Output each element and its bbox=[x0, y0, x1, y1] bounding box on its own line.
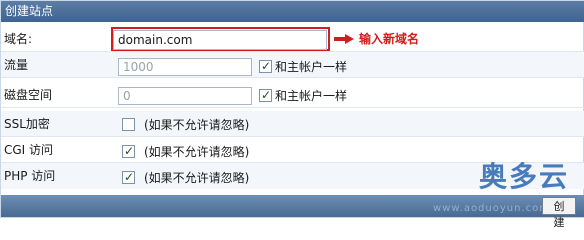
checkmark-icon: ✓ bbox=[261, 59, 272, 73]
watermark-url: www.aoduoyun.com bbox=[433, 203, 550, 214]
panel-title: 创建站点 bbox=[1, 1, 584, 22]
disk-same-label: 和主帐户一样 bbox=[275, 89, 348, 103]
cgi-label: CGI 访问 bbox=[4, 143, 54, 157]
checkmark-icon: ✓ bbox=[124, 170, 135, 184]
arrow-right-icon bbox=[334, 34, 354, 44]
create-site-panel: 创建站点 域名: 输入新域名 流量 ✓ 和主帐户一样 磁盘空间 ✓ 和主帐户一样… bbox=[0, 0, 584, 229]
domain-input[interactable] bbox=[113, 30, 327, 50]
ssl-row: SSL加密 bbox=[1, 111, 584, 137]
row-divider bbox=[1, 107, 584, 108]
cgi-checkbox[interactable]: ✓ bbox=[122, 144, 135, 158]
checkmark-icon: ✓ bbox=[124, 144, 135, 158]
disk-label: 磁盘空间 bbox=[4, 88, 53, 102]
watermark-logo: 奥多云 bbox=[478, 160, 569, 193]
disk-same-checkbox[interactable]: ✓ bbox=[259, 88, 272, 102]
ssl-label: SSL加密 bbox=[4, 117, 50, 131]
disk-input[interactable] bbox=[118, 87, 252, 105]
ssl-checkbox[interactable] bbox=[122, 118, 135, 131]
footer-bar: www.aoduoyun.com 创建 bbox=[1, 195, 584, 229]
php-label: PHP 访问 bbox=[4, 169, 56, 183]
domain-hint: 输入新域名 bbox=[359, 32, 420, 46]
cgi-note: (如果不允许请忽略) bbox=[144, 145, 250, 159]
traffic-same-checkbox[interactable]: ✓ bbox=[259, 59, 272, 73]
create-button[interactable]: 创建 bbox=[542, 197, 576, 229]
php-checkbox[interactable]: ✓ bbox=[122, 170, 135, 184]
domain-label: 域名: bbox=[4, 32, 33, 46]
php-note: (如果不允许请忽略) bbox=[144, 171, 250, 185]
ssl-note: (如果不允许请忽略) bbox=[144, 118, 250, 132]
traffic-label: 流量 bbox=[4, 58, 29, 72]
traffic-input[interactable] bbox=[118, 58, 252, 76]
checkmark-icon: ✓ bbox=[261, 88, 272, 102]
row-divider bbox=[1, 77, 584, 78]
traffic-same-label: 和主帐户一样 bbox=[275, 60, 348, 74]
